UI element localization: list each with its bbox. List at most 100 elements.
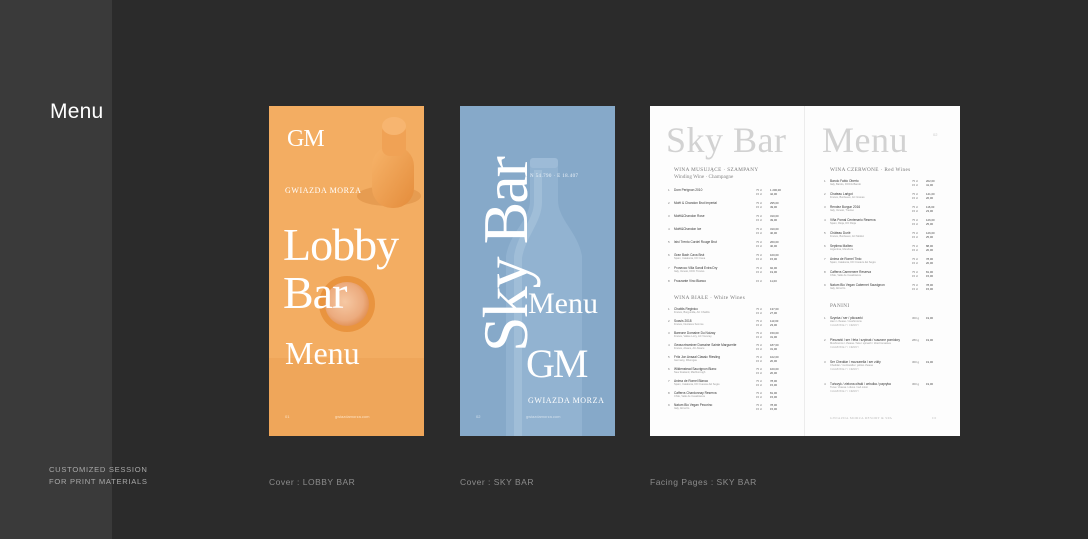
section-subheading: Winding Wine · Champagne (674, 174, 734, 180)
menu-item-row: 1 Chablis Reginico France, Burgundia, AC C… (668, 307, 788, 316)
item-description: France, Vallee Loiry, AC Vouvray (674, 335, 712, 338)
item-description: Italy, Veneto, DOC Treviso (674, 270, 705, 273)
item-price-glass: 40,00 (770, 231, 777, 235)
section-title: Menu (50, 100, 104, 123)
session-note-line-1: CUSTOMIZED SESSION (49, 465, 148, 474)
menu-item-row: 5 Château Durié France, Bordeaux, AC Médoc… (824, 231, 944, 240)
item-number: 6 (668, 253, 670, 257)
item-volume-glass: 15 cl (912, 261, 918, 265)
item-volume: 300 g (912, 316, 919, 320)
sky-bar-cover[interactable]: Sky Bar N 54.790 · E 18.407 Menu GM GWIA… (460, 106, 615, 436)
item-description: France, Nectares Somme (674, 323, 704, 326)
item-price-glass: 20,00 (926, 248, 933, 252)
item-volume: 15 cl (756, 279, 762, 283)
item-description: Argentina, Mendoza (830, 248, 854, 251)
item-volume-glass: 15 cl (756, 407, 762, 411)
item-volume-glass: 15 cl (756, 383, 762, 387)
sidebar: Menu CUSTOMIZED SESSION FOR PRINT MATERI… (0, 0, 147, 539)
facing-pages-spread[interactable]: Sky Bar Menu 02 WINA MUSUJĄCE · SZAMPANY… (650, 106, 960, 436)
cover-title-menu: Menu (528, 287, 598, 320)
item-price-glass: 20,00 (926, 261, 933, 265)
item-name: Moët&Chandon Rose (674, 214, 705, 218)
menu-item-row: 2 Soavis 2018 France, Nectares Somme 75 cl 1… (668, 319, 788, 328)
item-price: 19,00 (926, 360, 933, 364)
item-price-glass: 15,00 (770, 383, 777, 387)
item-description: France, Burgundia, AC Chablis (674, 311, 710, 314)
menu-item-row: 8 Cafferra Carmenere Reserva Chile, Valle … (824, 270, 944, 279)
item-name: Moët&Chandon Ice (674, 227, 702, 231)
item-number: 9 (668, 403, 670, 407)
item-price: 19,00 (926, 316, 933, 320)
item-number: 4 (824, 218, 826, 222)
item-volume: 280 g (912, 338, 919, 342)
item-number: 5 (668, 355, 670, 359)
sparkling-wines-header: WINA MUSUJĄCE · SZAMPANY Winding Wine · … (674, 167, 759, 181)
item-number: 1 (824, 179, 826, 183)
gm-logo: GM (526, 341, 588, 386)
item-volume-glass: 15 cl (912, 183, 918, 187)
item-description: Mushrooms / cheese / feta / spinach / dr… (830, 342, 891, 345)
item-price-glass: 49,00 (770, 218, 777, 222)
item-bread-option: CHLEB BIAŁY / CIEMNY (830, 324, 859, 327)
cover-website: gwiazdamorza.com (335, 414, 370, 419)
item-volume-glass: 15 cl (756, 244, 762, 248)
item-description: France, Bordeaux, AC Médoc (830, 235, 865, 238)
item-price-glass: 23,00 (770, 323, 777, 327)
white-wines-header: WINA BIAŁE · White Wines (674, 295, 745, 302)
brand-name: GWIAZDA MORZA (285, 186, 362, 195)
item-price-glass: 25,00 (926, 235, 933, 239)
item-description: Germany, Rheingau (674, 359, 698, 362)
item-number: 7 (668, 379, 670, 383)
item-price-glass: 31,00 (770, 347, 777, 351)
item-volume-glass: 15 cl (756, 192, 762, 196)
menu-item-row: 7 Prosecco Villa Sandi Extra Dry Italy, Ve… (668, 266, 788, 275)
item-bread-option: CHLEB BIAŁY / CIEMNY (830, 346, 859, 349)
item-description: Ham / cheese / mushrooms (830, 320, 862, 323)
item-price-glass: 19,00 (770, 270, 777, 274)
cover-title-menu: Menu (285, 335, 360, 371)
item-bread-option: CHLEB BIAŁY / CIEMNY (830, 368, 859, 371)
item-description: France, Alsace, AC Alsace (674, 347, 705, 350)
item-price: 11,00 (770, 279, 777, 283)
item-description: New Zealand, Marlborough (674, 371, 706, 374)
item-number: 1 (824, 316, 826, 320)
right-page-number: 02 (933, 132, 938, 137)
item-volume-glass: 15 cl (756, 323, 762, 327)
panini-header: PANINI (830, 303, 850, 310)
item-description: Italy, Abruzzo (830, 287, 846, 290)
item-volume-glass: 15 cl (756, 395, 762, 399)
menu-item-row: 1 Szynka / ser / pikczarki Ham / cheese / … (824, 316, 944, 327)
menu-item-row: 2 Pieczarki / ser / feta / szpinak / susz… (824, 338, 944, 349)
item-number: 4 (668, 227, 670, 231)
item-volume-glass: 15 cl (756, 347, 762, 351)
menu-item-row: 6 Wildenstead Sauvignon Blanc New Zealand,… (668, 367, 788, 376)
menu-item-row: 1 Barolo Fabio Oberto Italy, Barolo, DOCG … (824, 179, 944, 188)
lobby-bar-cover[interactable]: GM GWIAZDA MORZA Lobby Bar Menu 01 gwiaz… (269, 106, 424, 436)
item-price: 19,00 (926, 338, 933, 342)
item-number: 7 (824, 257, 826, 261)
item-description: Italy, Veneto, Treviso (830, 209, 854, 212)
caption-sky-cover: Cover : SKY BAR (460, 477, 534, 487)
item-description: Italy, Barolo, DOCG Barolo (830, 183, 861, 186)
left-page-title: Sky Bar (666, 120, 787, 160)
menu-item-row: 5 Istvi Trento Cordel Rouge Brut 75 cl 260,… (668, 240, 788, 249)
page-gutter (804, 106, 805, 436)
item-price: 19,00 (926, 382, 933, 386)
item-volume-glass: 15 cl (756, 205, 762, 209)
menu-item-row: 7 Anima de Romel Tinto Spain, Catalonia, D… (824, 257, 944, 266)
cover-page-number: 02 (476, 414, 481, 419)
session-note: CUSTOMIZED SESSION FOR PRINT MATERIALS (49, 464, 148, 488)
item-number: 2 (668, 319, 670, 323)
item-price-glass: 26,00 (926, 196, 933, 200)
item-price-glass: 15,00 (770, 407, 777, 411)
brand-name: GWIAZDA MORZA (528, 396, 605, 405)
item-volume-glass: 15 cl (912, 222, 918, 226)
item-bread-option: CHLEB BIAŁY / CIEMNY (830, 390, 859, 393)
item-number: 3 (668, 214, 670, 218)
item-number: 5 (824, 231, 826, 235)
item-price-glass: 49,00 (770, 205, 777, 209)
item-price-glass: 41,00 (926, 183, 933, 187)
item-volume-glass: 15 cl (756, 231, 762, 235)
item-description: Chile, Valle de Casablanca (830, 274, 861, 277)
section-heading: WINA CZERWONE · Red Wines (830, 167, 911, 173)
